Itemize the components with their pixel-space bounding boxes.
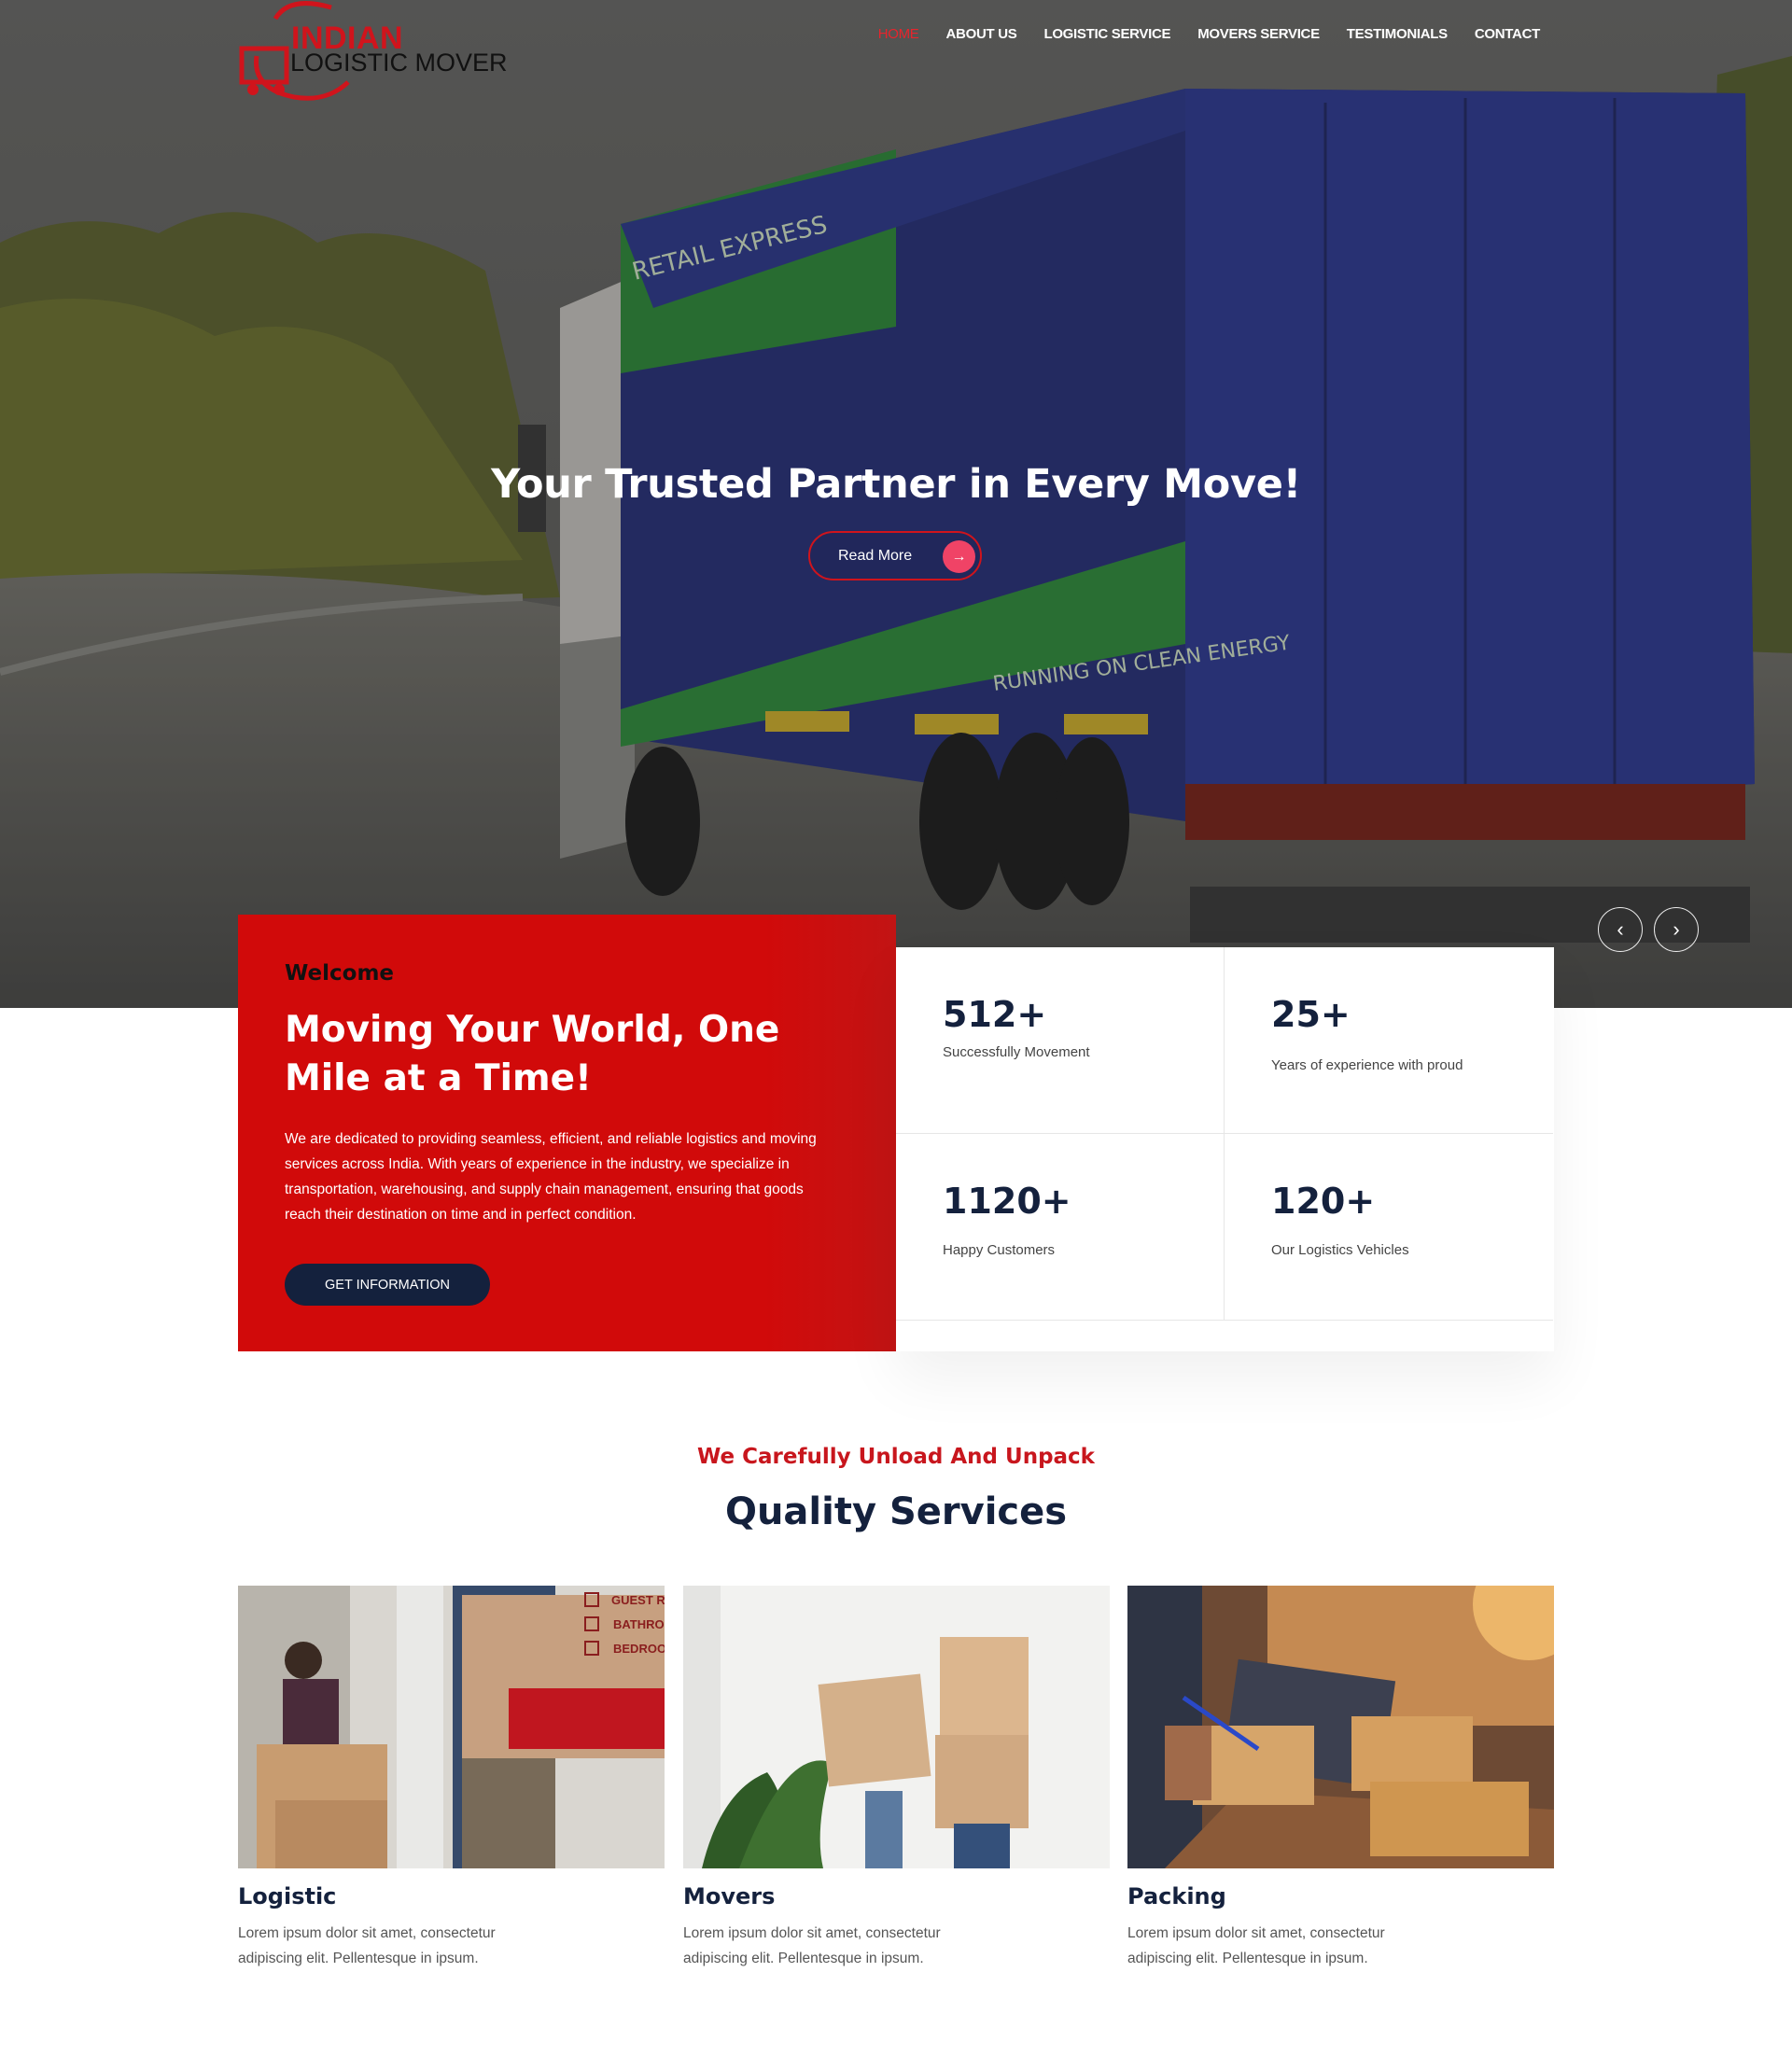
service-description: Lorem ipsum dolor sit amet, consectetur …: [238, 1925, 496, 1966]
hero-section: RETAIL EXPRESS RUNNING ON CLEAN ENERGY I…: [0, 0, 1792, 1008]
main-nav: HOME ABOUT US LOGISTIC SERVICE MOVERS SE…: [878, 26, 1541, 42]
services-kicker: We Carefully Unload And Unpack: [697, 1445, 1095, 1469]
stat-label: Successfully Movement: [943, 1044, 1090, 1060]
logo-name-line2: LOGISTIC MOVER: [290, 49, 508, 77]
slider-next-button[interactable]: ›: [1654, 907, 1699, 952]
stat-value: 120+: [1271, 1181, 1376, 1222]
nav-testimonials[interactable]: TESTIMONIALS: [1347, 26, 1448, 42]
site-logo[interactable]: INDIAN LOGISTIC MOVER: [238, 0, 518, 103]
stat-card: 512+ Successfully Movement: [896, 947, 1225, 1134]
stat-label: Years of experience with proud: [1271, 1057, 1463, 1073]
stat-card: 25+ Years of experience with proud: [1225, 947, 1553, 1134]
nav-about-us[interactable]: ABOUT US: [946, 26, 1017, 42]
stat-value: 512+: [943, 994, 1047, 1035]
svg-text:BATHRO: BATHRO: [613, 1617, 665, 1631]
movers-image: [683, 1586, 1110, 1868]
chevron-left-icon: ‹: [1617, 917, 1624, 941]
service-title: Packing: [1127, 1883, 1226, 1909]
stat-label: Happy Customers: [943, 1242, 1056, 1258]
stats-grid: 512+ Successfully Movement 25+ Years of …: [896, 947, 1554, 1351]
logistic-image: GUEST R BATHRO BEDROO: [238, 1586, 665, 1868]
welcome-title: Moving Your World, One Mile at a Time!: [285, 1009, 780, 1099]
nav-home[interactable]: HOME: [878, 26, 919, 42]
read-more-label: Read More: [838, 547, 913, 564]
stat-value: 1120+: [943, 1181, 1071, 1222]
stat-label: Our Logistics Vehicles: [1271, 1242, 1409, 1258]
service-card-packing[interactable]: Packing Lorem ipsum dolor sit amet, cons…: [1127, 1586, 1554, 1971]
svg-text:GUEST R: GUEST R: [611, 1593, 665, 1607]
read-more-button[interactable]: Read More →: [808, 531, 982, 580]
service-title: Movers: [683, 1883, 776, 1909]
nav-movers-service[interactable]: MOVERS SERVICE: [1197, 26, 1320, 42]
services-title: Quality Services: [724, 1490, 1068, 1533]
chevron-right-icon: ›: [1673, 917, 1680, 941]
welcome-panel: Welcome Moving Your World, One Mile at a…: [238, 915, 896, 1351]
service-card-movers[interactable]: Movers Lorem ipsum dolor sit amet, conse…: [683, 1586, 1110, 1971]
service-card-logistic[interactable]: GUEST R BATHRO BEDROO Logistic Lorem ips…: [238, 1586, 665, 1971]
nav-contact[interactable]: CONTACT: [1475, 26, 1540, 42]
packing-image: [1127, 1586, 1554, 1868]
service-description: Lorem ipsum dolor sit amet, consectetur …: [1127, 1925, 1385, 1966]
welcome-label: Welcome: [285, 961, 395, 986]
welcome-description: We are dedicated to providing seamless, …: [285, 1131, 817, 1223]
stat-value: 25+: [1271, 994, 1351, 1035]
hero-title: Your Trusted Partner in Every Move!: [491, 461, 1301, 508]
nav-logistic-service[interactable]: LOGISTIC SERVICE: [1043, 26, 1170, 42]
arrow-right-icon: →: [943, 540, 975, 573]
svg-text:BEDROO: BEDROO: [613, 1642, 665, 1656]
service-description: Lorem ipsum dolor sit amet, consectetur …: [683, 1925, 941, 1966]
slider-prev-button[interactable]: ‹: [1598, 907, 1643, 952]
stat-card: 120+ Our Logistics Vehicles: [1225, 1134, 1553, 1321]
stat-card: 1120+ Happy Customers: [896, 1134, 1225, 1321]
service-title: Logistic: [238, 1883, 337, 1909]
get-information-button[interactable]: GET INFORMATION: [285, 1264, 490, 1306]
